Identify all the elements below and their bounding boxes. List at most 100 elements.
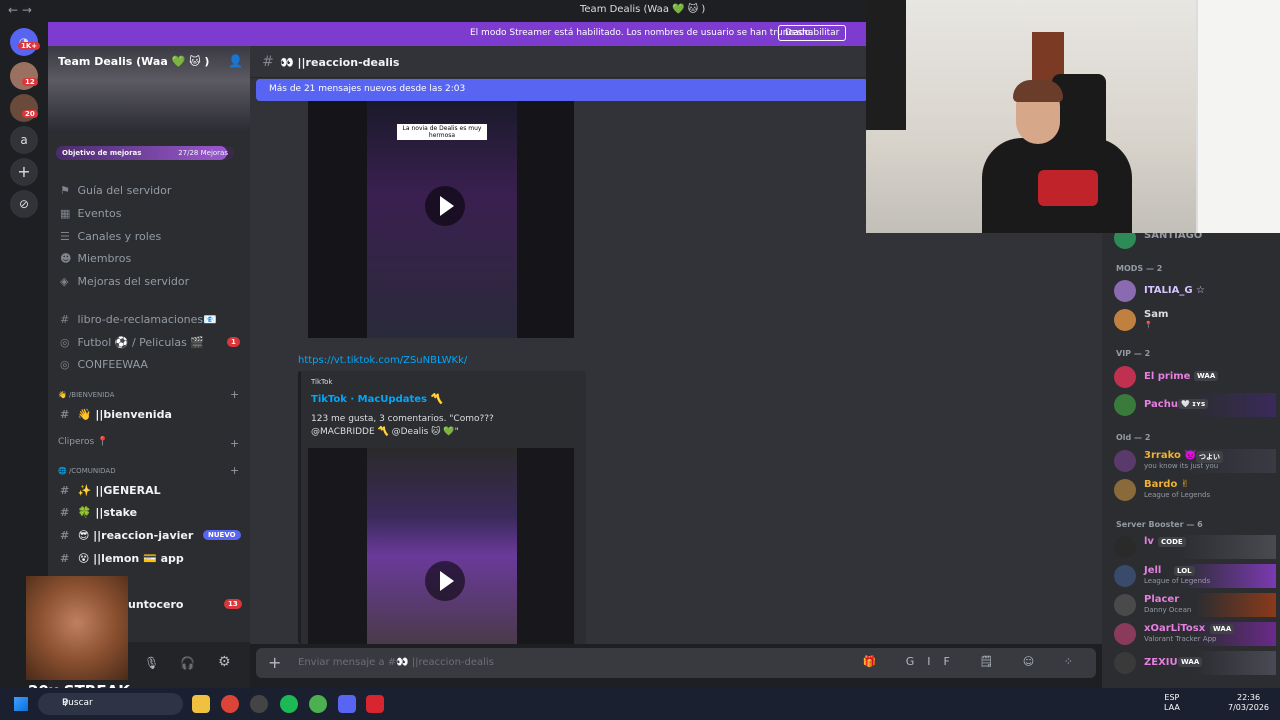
- server-name[interactable]: Team Dealis (Waa 💚 🐱 ): [58, 55, 209, 68]
- channel-title: 👀 ||reaccion-dealis: [280, 56, 400, 69]
- boost-goal[interactable]: Objetivo de mejoras 27/28 Mejoras: [56, 146, 234, 160]
- channel-general[interactable]: # ✨ ||GENERAL: [60, 484, 161, 497]
- add-channel-icon[interactable]: +: [230, 388, 239, 401]
- category-comunidad[interactable]: 🌐 /comunidad: [58, 467, 116, 475]
- category-clipers[interactable]: Cliperos 📍: [58, 437, 108, 447]
- member-item[interactable]: lv CODE: [1114, 535, 1276, 559]
- channel-confeewaa[interactable]: ◎ CONFEEWAA: [60, 358, 148, 371]
- nav-members[interactable]: ☻ Miembros: [60, 252, 131, 265]
- new-messages-bar[interactable]: Más de 21 mensajes nuevos desde las 2:03: [256, 79, 868, 101]
- streak-meme-image: [26, 576, 128, 680]
- window-title: Team Dealis (Waa 💚 🐱 ): [580, 4, 706, 15]
- language-indicator[interactable]: ESP LAA: [1164, 693, 1180, 713]
- member-item[interactable]: Bardo ✌ League of Legends: [1114, 478, 1276, 502]
- add-channel-icon[interactable]: +: [230, 437, 239, 450]
- server-banner[interactable]: Team Dealis (Waa 💚 🐱 ) 👤: [48, 46, 250, 132]
- member-item[interactable]: Pachu 🤍 ɪʏꜱ: [1114, 393, 1276, 417]
- nav-guide[interactable]: ⚑ Guía del servidor: [60, 184, 171, 197]
- member-item[interactable]: 3rrako 👿 つよい you know its just you: [1114, 449, 1276, 473]
- hash-icon: #: [60, 529, 70, 542]
- app-icon[interactable]: [250, 695, 268, 713]
- channel-reaccion-javier[interactable]: # 😎 ||reaccion-javier: [60, 529, 193, 542]
- video-caption: La novia de Dealis es muy hermosa: [397, 124, 487, 140]
- category-vip: VIP — 2: [1116, 349, 1151, 358]
- embed-provider: TikTok: [311, 378, 333, 386]
- member-item[interactable]: ITALIA_G ☆: [1114, 279, 1276, 303]
- hash-icon: #: [60, 484, 70, 497]
- hash-icon: #: [60, 552, 70, 565]
- member-item[interactable]: xOarLiTosx WAA Valorant Tracker App: [1114, 622, 1276, 646]
- server-icon-a[interactable]: a: [10, 126, 38, 154]
- category-boosters: Server Booster — 6: [1116, 520, 1203, 529]
- hash-icon: #: [60, 313, 70, 326]
- boost-goal-count: 27/28 Mejoras: [178, 149, 228, 157]
- play-icon[interactable]: [425, 186, 465, 226]
- gear-icon[interactable]: ⚙: [218, 654, 231, 670]
- windows-start-icon[interactable]: [14, 697, 28, 711]
- message-input[interactable]: + Enviar mensaje a #👀 ||reaccion-dealis …: [256, 648, 1096, 678]
- members-icon: ☻: [60, 252, 72, 265]
- member-item[interactable]: Placer Danny Ocean: [1114, 593, 1276, 617]
- add-server-icon[interactable]: +: [10, 158, 38, 186]
- webcam-dark-area: [866, 0, 906, 130]
- microphone-icon[interactable]: 🎙: [144, 656, 159, 670]
- video-thumbnail: [367, 448, 517, 644]
- channel-libro[interactable]: # libro-de-reclamaciones📧: [60, 313, 217, 326]
- unread-badge: 1: [227, 337, 240, 347]
- boost-icon: ◈: [60, 275, 69, 288]
- webcam-shirt-logo: [1038, 170, 1098, 206]
- webcam-hair: [1013, 80, 1063, 102]
- disable-streamer-button[interactable]: Deshabilitar: [778, 25, 847, 41]
- nav-events[interactable]: ▦ Eventos: [60, 207, 121, 220]
- taskbar-search[interactable]: ⚲ Buscar: [38, 693, 183, 715]
- member-item[interactable]: Jell LOL League of Legends: [1114, 564, 1276, 588]
- add-channel-icon[interactable]: +: [230, 464, 239, 477]
- windows-taskbar: ⚲ Buscar ESP LAA 22:36 7/03/2026: [0, 688, 1280, 720]
- hash-icon: #: [60, 506, 70, 519]
- webcam-overlay: [866, 0, 1280, 233]
- home-badge: 1K+: [18, 42, 41, 50]
- member-item[interactable]: ZEXIU WAA: [1114, 651, 1276, 675]
- headphones-icon[interactable]: 🎧: [180, 656, 195, 670]
- voice-icon: ◎: [60, 336, 70, 349]
- clock[interactable]: 22:36 7/03/2026: [1228, 693, 1269, 713]
- app-icon[interactable]: [366, 695, 384, 713]
- embed-title[interactable]: TikTok · MacUpdates 〽️: [311, 394, 443, 405]
- composer-tools[interactable]: 🎁 GIF 🗒 ☺ ⁘: [863, 655, 1086, 668]
- category-mods: MODS — 2: [1116, 264, 1163, 273]
- channel-puntocero[interactable]: untocero: [128, 598, 183, 611]
- list-icon: ☰: [60, 230, 70, 243]
- nav-channels-roles[interactable]: ☰ Canales y roles: [60, 230, 161, 243]
- hash-icon: #: [60, 408, 70, 421]
- chat-area-right: [866, 233, 1102, 644]
- channel-lemon[interactable]: # 😵 ||lemon 💳 app: [60, 552, 184, 565]
- streamer-mode-bar: El modo Streamer está habilitado. Los no…: [48, 22, 868, 46]
- member-item[interactable]: El prime WAA: [1114, 365, 1276, 389]
- file-explorer-icon[interactable]: [192, 695, 210, 713]
- new-tag: NUEVO: [203, 530, 241, 540]
- nav-boosts[interactable]: ◈ Mejoras del servidor: [60, 275, 189, 288]
- nav-arrows[interactable]: ← →: [8, 3, 32, 17]
- explore-icon[interactable]: ⊘: [10, 190, 38, 218]
- member-item[interactable]: Sam 📍: [1114, 308, 1276, 332]
- chrome-icon[interactable]: [221, 695, 239, 713]
- boost-goal-label: Objetivo de mejoras: [62, 149, 142, 157]
- server-badge-1: 12: [22, 78, 38, 86]
- hash-icon: #: [262, 54, 274, 70]
- channel-sidebar: Team Dealis (Waa 💚 🐱 ) 👤 Objetivo de mej…: [48, 46, 250, 642]
- play-icon[interactable]: [425, 561, 465, 601]
- server-badge-2: 20: [22, 110, 38, 118]
- chrome-icon[interactable]: [309, 695, 327, 713]
- tiktok-link[interactable]: https://vt.tiktok.com/ZSuNBLWKk/: [298, 355, 467, 366]
- webcam-shelf: [1196, 0, 1280, 233]
- channel-bienvenida[interactable]: # 👋 ||bienvenida: [60, 408, 172, 421]
- discord-icon[interactable]: [338, 695, 356, 713]
- category-bienvenida[interactable]: 👋 /bienvenida: [58, 391, 114, 399]
- channel-stake[interactable]: # 🍀 ||stake: [60, 506, 137, 519]
- channel-futbol[interactable]: ◎ Futbol ⚽ / Peliculas 🎬: [60, 336, 204, 349]
- invite-icon[interactable]: 👤: [228, 54, 243, 68]
- attach-plus-icon[interactable]: +: [268, 653, 281, 672]
- spotify-icon[interactable]: [280, 695, 298, 713]
- video-embed-2[interactable]: [308, 448, 574, 644]
- signpost-icon: ⚑: [60, 184, 70, 197]
